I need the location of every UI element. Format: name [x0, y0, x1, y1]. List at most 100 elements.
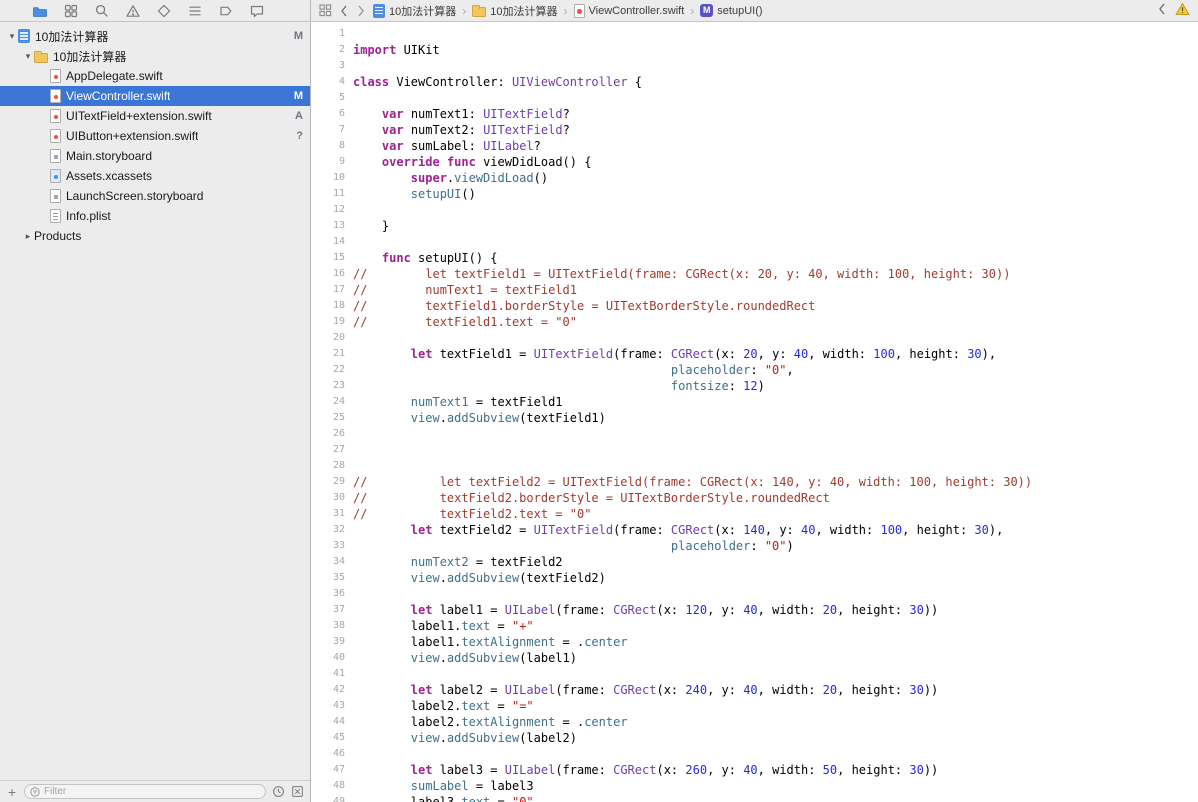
code-line[interactable]: 39 label1.textAlignment = .center: [311, 634, 1198, 650]
debug-navigator-icon[interactable]: [187, 3, 203, 19]
test-navigator-icon[interactable]: [156, 3, 172, 19]
code-line[interactable]: 46: [311, 746, 1198, 762]
jumpbar-item-1[interactable]: 10加法计算器: [472, 3, 558, 19]
code-text: var numText2: UITextField?: [381, 123, 570, 137]
code-area[interactable]: 1 2 import UIKit 3 4 class ViewController: UI…: [311, 22, 1198, 802]
line-number: 39: [332, 636, 345, 647]
sidebar-row-10[interactable]: ▸ Products: [0, 226, 310, 246]
warning-icon[interactable]: [1175, 2, 1190, 19]
code-line[interactable]: 32 let textField2 = UITextField(frame: C…: [311, 522, 1198, 538]
jumpbar-item-0[interactable]: 10加法计算器: [373, 3, 456, 19]
jumpbar-item-2[interactable]: ViewController.swift: [573, 3, 685, 18]
find-navigator-icon[interactable]: [94, 3, 110, 19]
code-line[interactable]: 48 sumLabel = label3: [311, 778, 1198, 794]
code-line[interactable]: 44 label2.textAlignment = .center: [311, 714, 1198, 730]
code-line[interactable]: 41: [311, 666, 1198, 682]
code-line[interactable]: 37 let label1 = UILabel(frame: CGRect(x:…: [311, 602, 1198, 618]
sidebar-row-6[interactable]: Main.storyboard: [0, 146, 310, 166]
code-line[interactable]: 12: [311, 202, 1198, 218]
code-line[interactable]: 10 super.viewDidLoad(): [311, 170, 1198, 186]
code-line[interactable]: 17 // numText1 = textField1: [311, 282, 1198, 298]
sidebar-row-4[interactable]: UITextField+extension.swift A: [0, 106, 310, 126]
code-line[interactable]: 9 override func viewDidLoad() {: [311, 154, 1198, 170]
code-line[interactable]: 26: [311, 426, 1198, 442]
code-line[interactable]: 4 class ViewController: UIViewController …: [311, 74, 1198, 90]
code-line[interactable]: 28: [311, 458, 1198, 474]
code-line[interactable]: 1: [311, 26, 1198, 42]
code-line[interactable]: 34 numText2 = textField2: [311, 554, 1198, 570]
issue-navigator-icon[interactable]: [125, 3, 141, 19]
code-line[interactable]: 5: [311, 90, 1198, 106]
sidebar-row-3[interactable]: ViewController.swift M: [0, 86, 310, 106]
source-editor[interactable]: 1 2 import UIKit 3 4 class ViewController: UI…: [311, 22, 1198, 802]
code-line[interactable]: 33 placeholder: "0"): [311, 538, 1198, 554]
code-text: var sumLabel: UILabel?: [381, 139, 541, 153]
code-line[interactable]: 36: [311, 586, 1198, 602]
code-line[interactable]: 49 label3.text = "0": [311, 794, 1198, 802]
jumpbar-label: ViewController.swift: [588, 4, 685, 17]
sidebar-row-1[interactable]: ▾ 10加法计算器: [0, 46, 310, 66]
sidebar-row-0[interactable]: ▾ 10加法计算器 M: [0, 26, 310, 46]
code-line[interactable]: 21 let textField1 = UITextField(frame: C…: [311, 346, 1198, 362]
code-line[interactable]: 25 view.addSubview(textField1): [311, 410, 1198, 426]
filter-field[interactable]: Filter: [24, 784, 266, 799]
project-navigator-icon[interactable]: [32, 3, 48, 19]
code-line[interactable]: 47 let label3 = UILabel(frame: CGRect(x:…: [311, 762, 1198, 778]
line-number: 34: [332, 556, 345, 567]
code-line[interactable]: 30 // textField2.borderStyle = UITextBord…: [311, 490, 1198, 506]
code-line[interactable]: 20: [311, 330, 1198, 346]
code-line[interactable]: 23 fontsize: 12): [311, 378, 1198, 394]
disclosure-triangle[interactable]: ▾: [6, 31, 18, 42]
code-line[interactable]: 2 import UIKit: [311, 42, 1198, 58]
status-badge: A: [295, 110, 303, 122]
symbol-navigator-icon[interactable]: [63, 3, 79, 19]
code-line[interactable]: 40 view.addSubview(label1): [311, 650, 1198, 666]
collapse-chevron-icon[interactable]: [1157, 2, 1167, 19]
code-line[interactable]: 13 }: [311, 218, 1198, 234]
method-icon: M: [700, 4, 714, 17]
code-line[interactable]: 16 // let textField1 = UITextField(frame:…: [311, 266, 1198, 282]
code-line[interactable]: 42 let label2 = UILabel(frame: CGRect(x:…: [311, 682, 1198, 698]
recent-files-clock-icon[interactable]: [272, 785, 285, 798]
code-line[interactable]: 15 func setupUI() {: [311, 250, 1198, 266]
breakpoint-navigator-icon[interactable]: [218, 3, 234, 19]
code-line[interactable]: 31 // textField2.text = "0": [311, 506, 1198, 522]
report-navigator-icon[interactable]: [249, 3, 265, 19]
code-line[interactable]: 29 // let textField2 = UITextField(frame:…: [311, 474, 1198, 490]
related-items-icon[interactable]: [319, 4, 332, 17]
code-text: // textField1.borderStyle = UITextBorder…: [353, 299, 816, 313]
sidebar-row-5[interactable]: UIButton+extension.swift?: [0, 126, 310, 146]
sidebar-row-2[interactable]: AppDelegate.swift: [0, 66, 310, 86]
disclosure-triangle[interactable]: ▾: [22, 51, 34, 62]
line-number: 20: [332, 332, 345, 343]
code-line[interactable]: 8 var sumLabel: UILabel?: [311, 138, 1198, 154]
code-line[interactable]: 6 var numText1: UITextField?: [311, 106, 1198, 122]
code-line[interactable]: 27: [311, 442, 1198, 458]
code-line[interactable]: 45 view.addSubview(label2): [311, 730, 1198, 746]
code-line[interactable]: 11 setupUI(): [311, 186, 1198, 202]
add-button[interactable]: +: [6, 785, 18, 799]
forward-chevron-icon[interactable]: [356, 4, 366, 18]
sidebar-row-8[interactable]: LaunchScreen.storyboard: [0, 186, 310, 206]
sidebar-row-9[interactable]: Info.plist: [0, 206, 310, 226]
code-line[interactable]: 19 // textField1.text = "0": [311, 314, 1198, 330]
sidebar-row-7[interactable]: Assets.xcassets: [0, 166, 310, 186]
code-line[interactable]: 22 placeholder: "0",: [311, 362, 1198, 378]
scm-status-icon[interactable]: [291, 785, 304, 798]
code-line[interactable]: 3: [311, 58, 1198, 74]
code-line[interactable]: 24 numText1 = textField1: [311, 394, 1198, 410]
code-line[interactable]: 35 view.addSubview(textField2): [311, 570, 1198, 586]
disclosure-triangle[interactable]: ▸: [22, 231, 34, 242]
jumpbar-item-3[interactable]: MsetupUI(): [700, 4, 763, 17]
file-label: UITextField+extension.swift: [66, 109, 212, 123]
code-text: let textField1 = UITextField(frame: CGRe…: [410, 347, 997, 361]
code-line[interactable]: 18 // textField1.borderStyle = UITextBord…: [311, 298, 1198, 314]
back-chevron-icon[interactable]: [339, 4, 349, 18]
code-line[interactable]: 14: [311, 234, 1198, 250]
code-line[interactable]: 7 var numText2: UITextField?: [311, 122, 1198, 138]
code-line[interactable]: 43 label2.text = "=": [311, 698, 1198, 714]
line-number: 24: [332, 396, 345, 407]
code-line[interactable]: 38 label1.text = "+": [311, 618, 1198, 634]
line-number: 26: [332, 428, 345, 439]
line-number: 11: [332, 188, 345, 199]
